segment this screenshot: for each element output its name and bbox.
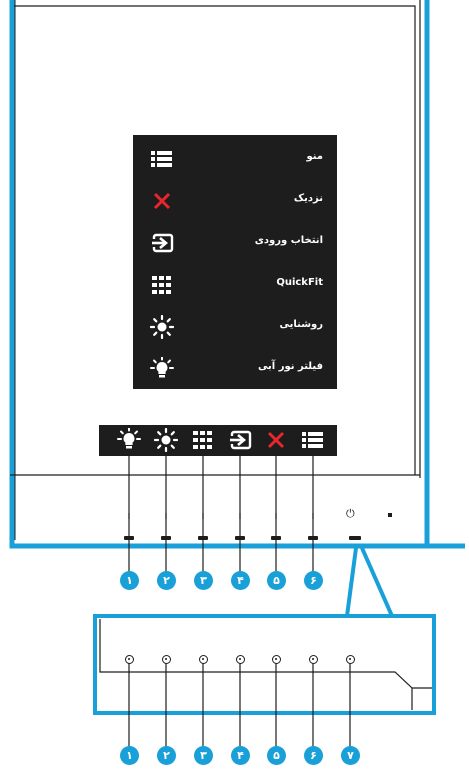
callout-badge: ۵ <box>267 746 286 765</box>
power-led <box>388 513 392 517</box>
hardware-button-3[interactable] <box>199 655 208 664</box>
callout-badge: ۶ <box>304 746 323 765</box>
blue-light-filter-icon[interactable] <box>116 428 142 452</box>
callout-badge: ۴ <box>231 571 250 590</box>
hardware-button-5[interactable] <box>272 655 281 664</box>
button-shortcut-bar <box>99 425 337 456</box>
menu-item-label: روشنایی <box>279 319 323 330</box>
callout-badge: ٣ <box>194 746 213 765</box>
menu-item-label: انتخاب ورودی <box>254 235 323 246</box>
osd-menu-panel: منو نزدیک انتخاب ورودی QuickFit روشنایی <box>133 135 337 389</box>
close-x-icon <box>149 189 175 213</box>
menu-item-quickfit[interactable]: QuickFit <box>133 271 337 299</box>
bezel-button-nubs <box>124 536 361 540</box>
quickfit-grid-icon <box>149 273 175 297</box>
menu-item-brightness[interactable]: روشنایی <box>133 313 337 341</box>
menu-list-icon <box>149 147 175 171</box>
menu-item-menu[interactable]: منو <box>133 145 337 173</box>
hardware-button-1[interactable] <box>125 655 134 664</box>
hardware-button-7-power[interactable] <box>346 655 355 664</box>
callout-badge: ١ <box>120 746 139 765</box>
input-select-icon[interactable] <box>227 428 253 452</box>
callout-badge: ٧ <box>341 746 360 765</box>
hardware-button-4[interactable] <box>236 655 245 664</box>
hardware-button-6[interactable] <box>309 655 318 664</box>
quickfit-grid-icon[interactable] <box>190 428 216 452</box>
callout-badge: ۴ <box>231 746 250 765</box>
callout-badge: ٣ <box>194 571 213 590</box>
menu-item-close[interactable]: نزدیک <box>133 187 337 215</box>
callout-badge: ۶ <box>304 571 323 590</box>
brightness-sun-icon <box>149 315 175 339</box>
zoom-line-right <box>360 547 394 617</box>
close-x-icon[interactable] <box>263 428 289 452</box>
blue-light-filter-icon <box>149 357 175 381</box>
menu-item-input-select[interactable]: انتخاب ورودی <box>133 229 337 257</box>
menu-item-label: فیلتر نور آبی <box>257 361 323 372</box>
hardware-button-2[interactable] <box>162 655 171 664</box>
monitor-button-diagram: ⏻ منو نزدیک انتخاب ورودی QuickFit روشنای… <box>0 0 469 773</box>
callout-badge: ٢ <box>157 746 176 765</box>
brightness-sun-icon[interactable] <box>153 428 179 452</box>
zoom-line-left <box>345 547 358 617</box>
callout-badge: ٢ <box>157 571 176 590</box>
power-symbol-icon: ⏻ <box>346 507 355 520</box>
menu-item-label: منو <box>306 151 323 162</box>
menu-item-label: QuickFit <box>276 277 323 288</box>
callout-badge: ١ <box>120 571 139 590</box>
input-select-icon <box>149 231 175 255</box>
bezel-button-ticks <box>128 513 314 519</box>
callout-badge: ۵ <box>267 571 286 590</box>
menu-item-blue-light-filter[interactable]: فیلتر نور آبی <box>133 355 337 383</box>
menu-item-label: نزدیک <box>293 193 323 204</box>
callout-leaders-top <box>128 456 314 576</box>
menu-list-icon[interactable] <box>300 428 326 452</box>
zoom-detail-box <box>93 614 436 715</box>
